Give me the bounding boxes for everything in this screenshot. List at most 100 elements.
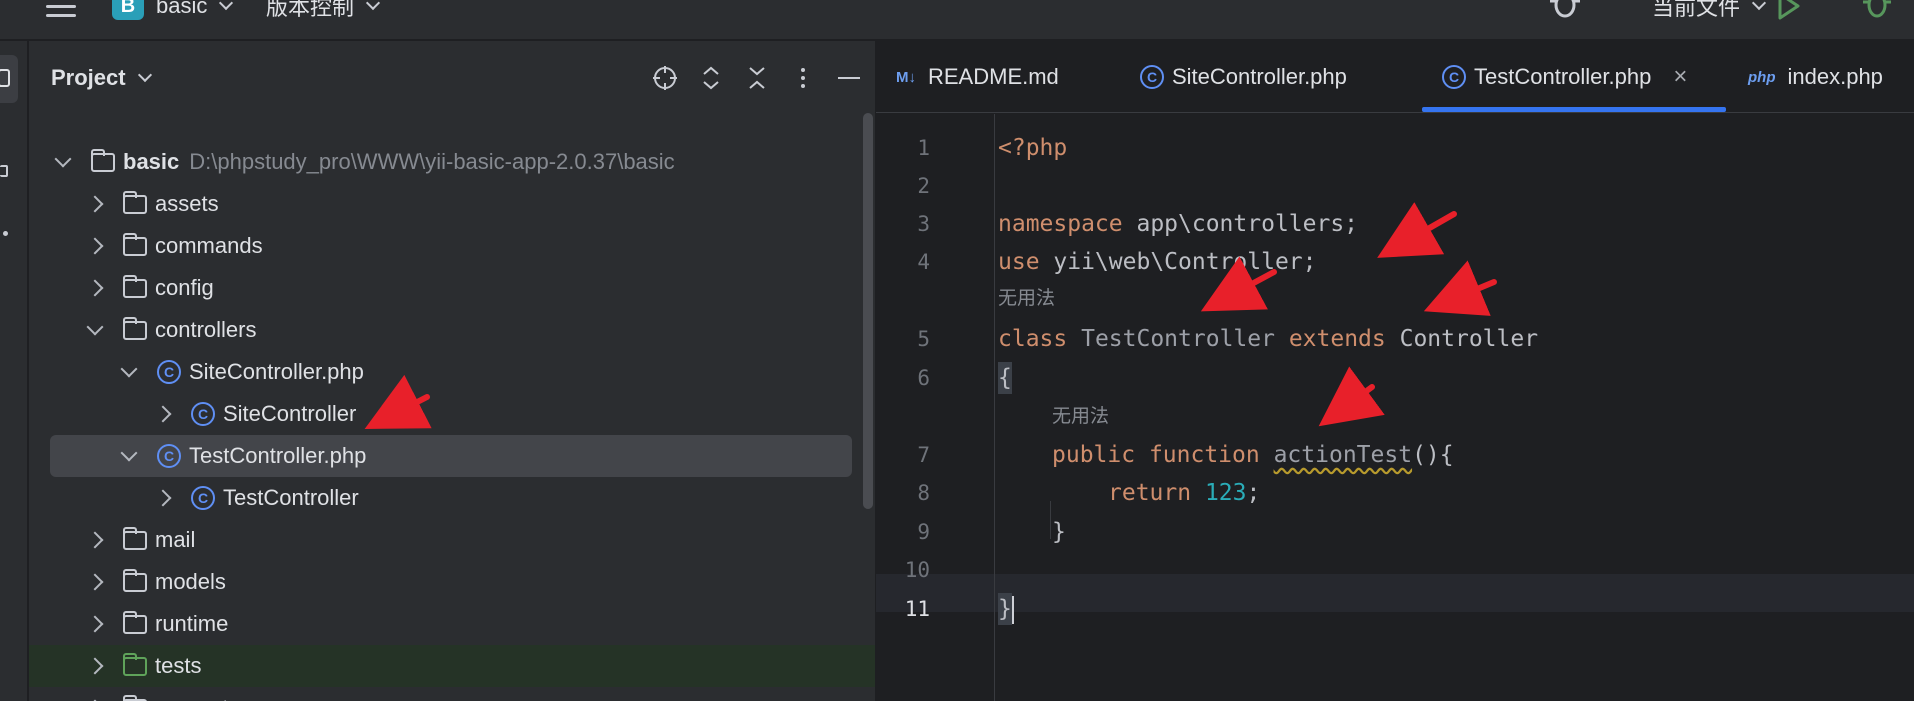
class-icon: C: [157, 360, 181, 384]
chevron-down-icon[interactable]: [120, 444, 138, 462]
line-number: 4: [917, 250, 930, 274]
tree-item-label: commands: [155, 233, 263, 258]
keyword: class: [998, 326, 1068, 352]
tree-item-label: TestController.php: [189, 443, 367, 468]
class-icon: C: [1442, 65, 1466, 89]
tree-item-mail[interactable]: mail: [29, 519, 861, 561]
tree-item-assets[interactable]: assets: [29, 183, 861, 225]
tree-item-label: SiteController.php: [189, 359, 364, 384]
locate-file-icon[interactable]: [651, 64, 679, 92]
code-line-6[interactable]: {: [998, 362, 1012, 394]
close-icon[interactable]: ×: [1673, 63, 1687, 91]
commit-tool-icon[interactable]: [0, 165, 8, 177]
chevron-right-icon[interactable]: [154, 405, 172, 423]
keyword: extends: [1274, 326, 1386, 352]
run-config-selector[interactable]: 当前文件: [1652, 0, 1767, 22]
folder-icon: [0, 69, 10, 87]
bug-icon[interactable]: [1548, 0, 1582, 22]
class-name: TestController: [1067, 326, 1275, 352]
tree-item-testcontroller-class[interactable]: C TestController: [29, 477, 861, 519]
line-number: 3: [917, 212, 930, 236]
chevron-down-icon[interactable]: [86, 318, 104, 336]
collapse-all-icon[interactable]: [743, 64, 771, 92]
folder-icon: [123, 190, 147, 214]
php-icon: php: [1748, 68, 1776, 86]
code-line-1[interactable]: <?php: [998, 132, 1067, 164]
code-line-11[interactable]: }: [998, 593, 1014, 625]
options-icon[interactable]: [789, 64, 817, 92]
hide-panel-icon[interactable]: [835, 64, 863, 92]
tree-item-sitecontroller-file[interactable]: C SiteController.php: [29, 351, 861, 393]
chevron-right-icon[interactable]: [86, 615, 104, 633]
title-bar: B basic 版本控制 当前文件: [0, 0, 1914, 40]
tree-item-models[interactable]: models: [29, 561, 861, 603]
line-number: 8: [917, 481, 930, 505]
main-menu-icon[interactable]: [46, 0, 76, 22]
code-line-7[interactable]: public function actionTest(){: [1052, 439, 1454, 471]
indent-guide: [1050, 501, 1051, 539]
code-line-4[interactable]: use yii\web\Controller;: [998, 246, 1317, 278]
current-line-highlight: [876, 574, 1914, 612]
tree-item-label: models: [155, 569, 226, 594]
tree-root-basic[interactable]: basic D:\phpstudy_pro\WWW\yii-basic-app-…: [29, 141, 861, 183]
folder-icon: [123, 568, 147, 592]
code-line-5[interactable]: class TestController extends Controller: [998, 323, 1538, 355]
tab-label: TestController.php: [1474, 64, 1652, 89]
chevron-right-icon[interactable]: [86, 237, 104, 255]
tree-item-vagrant[interactable]: vagrant: [29, 687, 861, 701]
tree-item-runtime[interactable]: runtime: [29, 603, 861, 645]
tree-item-commands[interactable]: commands: [29, 225, 861, 267]
chevron-down-icon[interactable]: [120, 360, 138, 378]
bug-icon: [1550, 0, 1580, 18]
chevron-down-icon[interactable]: [54, 150, 72, 168]
tree-item-sitecontroller-class[interactable]: C SiteController: [29, 393, 861, 435]
chevron-right-icon[interactable]: [86, 657, 104, 675]
chevron-right-icon[interactable]: [86, 279, 104, 297]
class-icon: C: [1140, 65, 1164, 89]
project-panel-title[interactable]: Project: [51, 61, 152, 95]
vcs-menu[interactable]: 版本控制: [266, 0, 381, 22]
usage-hint[interactable]: 无用法: [1052, 403, 1109, 431]
tree-item-controllers[interactable]: controllers: [29, 309, 861, 351]
chevron-right-icon[interactable]: [86, 531, 104, 549]
folder-icon: [123, 610, 147, 634]
debug-button[interactable]: [1862, 0, 1892, 22]
expand-all-icon[interactable]: [697, 64, 725, 92]
chevron-right-icon[interactable]: [154, 489, 172, 507]
vcs-label: 版本控制: [266, 0, 355, 20]
project-toolbar: [651, 61, 863, 95]
line-number: 5: [917, 327, 930, 351]
project-badge: B: [112, 0, 144, 20]
tree-item-tests[interactable]: tests: [29, 645, 875, 687]
project-tool-button[interactable]: [0, 55, 18, 103]
chevron-right-icon[interactable]: [86, 195, 104, 213]
tree-scrollbar[interactable]: [863, 113, 873, 509]
folder-icon: [123, 232, 147, 256]
tab-label: SiteController.php: [1172, 64, 1347, 89]
tab-index[interactable]: php index.php: [1748, 59, 1883, 95]
tree-item-testcontroller-file[interactable]: C TestController.php: [50, 435, 852, 477]
code-line-3[interactable]: namespace app\controllers;: [998, 208, 1358, 240]
chevron-down-icon: [219, 0, 234, 11]
tree-item-config[interactable]: config: [29, 267, 861, 309]
tree-item-label: config: [155, 275, 214, 300]
chevron-down-icon: [137, 67, 152, 83]
class-icon: C: [191, 402, 215, 426]
code-line-9[interactable]: }: [1052, 516, 1066, 548]
line-number: 2: [917, 174, 930, 198]
tab-label: index.php: [1787, 64, 1883, 89]
more-tools-icon[interactable]: [3, 231, 8, 236]
namespace-path: app\controllers;: [1122, 211, 1359, 237]
tab-sitecontroller[interactable]: C SiteController.php: [1140, 59, 1347, 95]
run-button[interactable]: [1776, 0, 1800, 22]
usage-hint[interactable]: 无用法: [998, 285, 1055, 313]
markdown-icon: M↓: [896, 68, 916, 86]
code-line-8[interactable]: return 123;: [1108, 477, 1260, 509]
project-selector[interactable]: B basic: [112, 0, 234, 22]
active-tab-indicator: [1422, 107, 1726, 112]
chevron-right-icon[interactable]: [86, 573, 104, 591]
tab-readme[interactable]: M↓ README.md: [896, 59, 1059, 95]
tab-testcontroller[interactable]: C TestController.php ×: [1442, 59, 1687, 95]
tree-root-label: basic: [123, 149, 180, 174]
line-number: 10: [904, 558, 930, 582]
